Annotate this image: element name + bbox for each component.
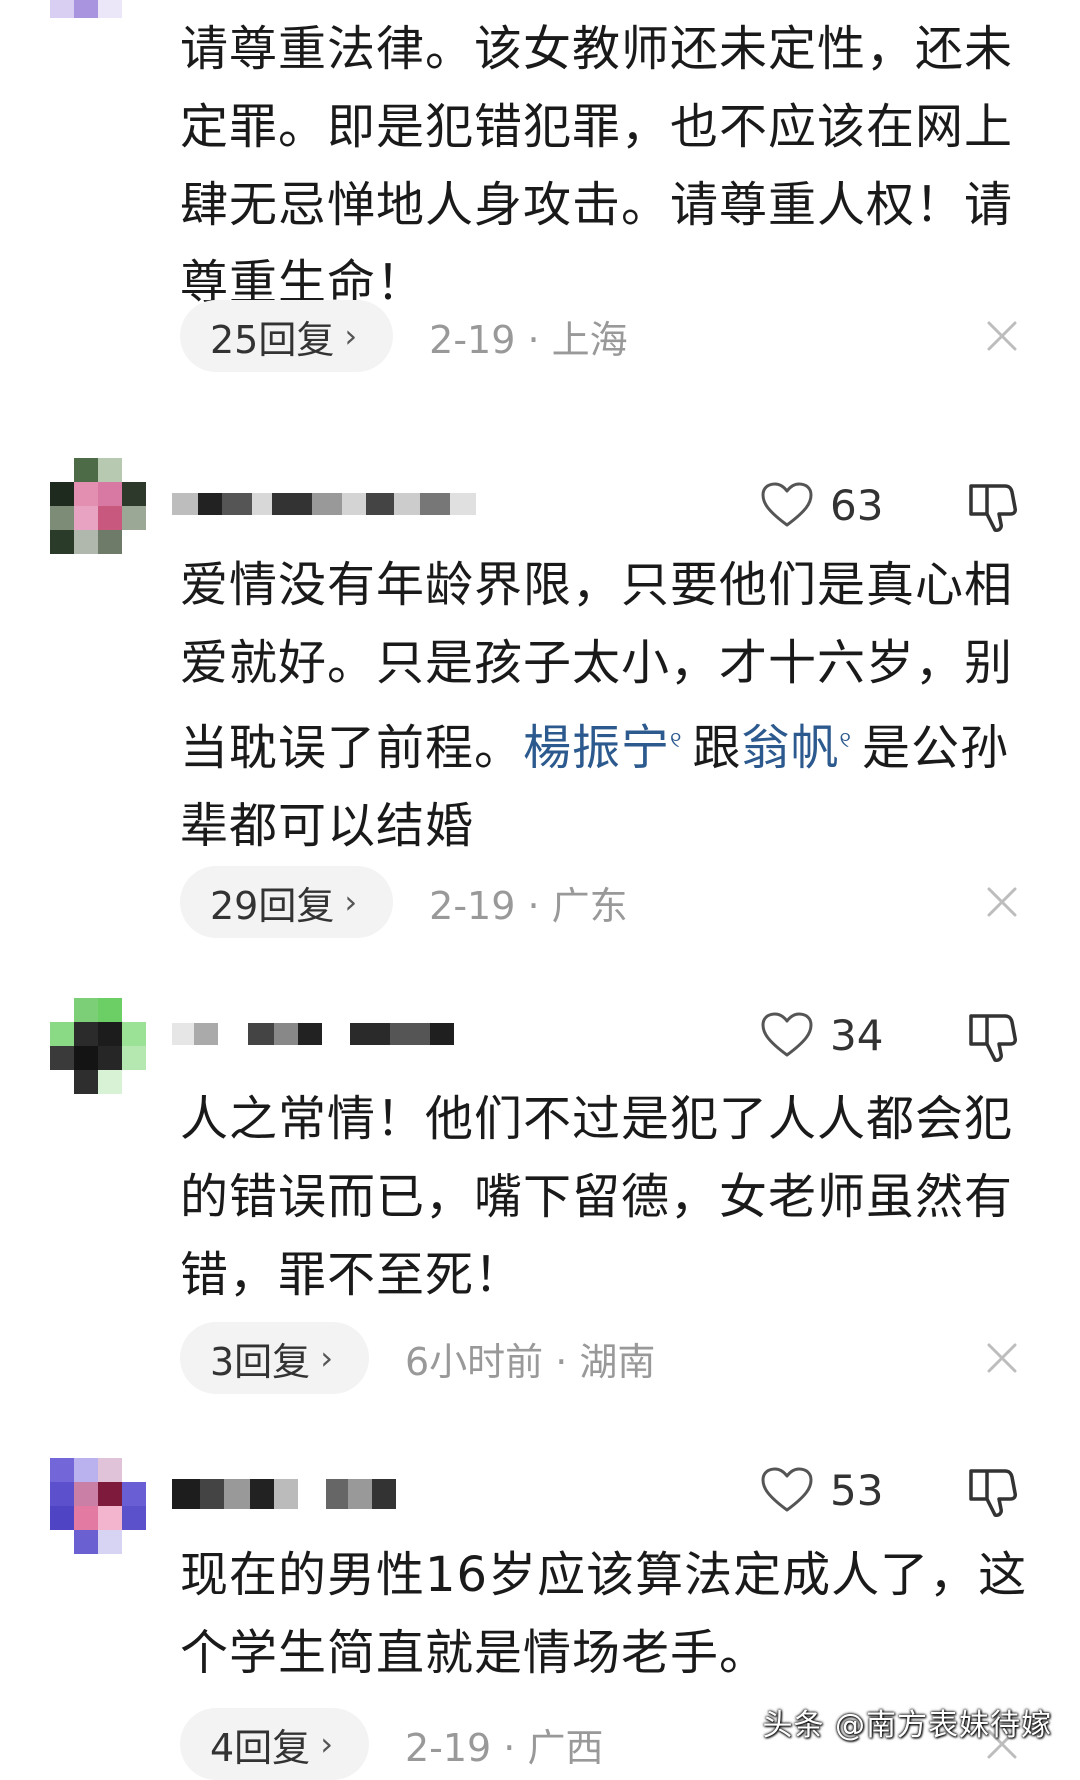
avatar[interactable] [50, 0, 146, 18]
comment-meta: 3回复 › 6小时前 · 湖南 [180, 1322, 655, 1394]
comment-meta: 29回复 › 2-19 · 广东 [180, 866, 628, 938]
comment-text: 请尊重法律。该女教师还未定性，还未定罪。即是犯错犯罪，也不应该在网上肆无忌惮地人… [180, 21, 1014, 311]
like-count: 53 [830, 1465, 884, 1515]
comment-text: 爱情没有年龄界限，只要他们是真心相爱就好。只是孩子太小，才十六岁，别当耽误了前程… [180, 546, 1040, 865]
thumbs-down-outline-icon[interactable] [965, 478, 1021, 534]
like-button[interactable]: 34 [760, 1005, 883, 1065]
mention-link[interactable]: 楊振宁 [523, 720, 670, 776]
chevron-right-icon: › [320, 1339, 333, 1377]
comment-meta: 25回复 › 2-19 · 上海 [180, 300, 628, 372]
mention-link[interactable]: 翁帆 [742, 720, 840, 776]
like-count: 63 [830, 480, 884, 530]
comment-text: 现在的男性16岁应该算法定成人了，这个学生简直就是情场老手。 [180, 1547, 1028, 1681]
reply-label: 29回复 [210, 883, 335, 928]
heart-outline-icon [761, 482, 813, 527]
search-icon: ୧ [839, 728, 852, 753]
date-location: 2-19 · 广西 [404, 1725, 604, 1770]
date-location: 2-19 · 广东 [429, 883, 628, 928]
date-location: 6小时前 · 湖南 [404, 1339, 656, 1384]
date-location: 2-19 · 上海 [429, 317, 628, 362]
reply-button[interactable]: 29回复 › [180, 866, 394, 938]
chevron-right-icon: › [320, 1725, 333, 1763]
comment-meta: 4回复 › 2-19 · 广西 [180, 1708, 603, 1780]
thumbs-down-outline-icon[interactable] [965, 1463, 1021, 1519]
reply-button[interactable]: 3回复 › [180, 1322, 369, 1394]
comment-text: 人之常情！他们不过是犯了人人都会犯的错误而已，嘴下留德，女老师虽然有错，罪不至死… [180, 1091, 1014, 1303]
username-pixelated[interactable] [172, 484, 476, 524]
reply-label: 4回复 [210, 1725, 311, 1770]
close-x-icon[interactable] [985, 319, 1019, 353]
reply-label: 3回复 [210, 1339, 311, 1384]
close-x-icon[interactable] [985, 885, 1019, 919]
avatar[interactable] [50, 1458, 146, 1554]
username-pixelated[interactable] [172, 1474, 396, 1514]
chevron-right-icon: › [344, 883, 358, 921]
like-button[interactable]: 53 [760, 1460, 883, 1520]
username-pixelated[interactable] [172, 1014, 454, 1054]
close-x-icon[interactable] [985, 1341, 1019, 1375]
avatar[interactable] [50, 458, 146, 554]
thumbs-down-outline-icon[interactable] [965, 1008, 1021, 1064]
like-button[interactable]: 63 [760, 475, 883, 535]
reply-button[interactable]: 25回复 › [180, 300, 394, 372]
heart-outline-icon [761, 1467, 813, 1512]
watermark: 头条 @南方表妹待嫁 [762, 1708, 1052, 1743]
heart-outline-icon [761, 1012, 813, 1057]
search-icon: ୧ [670, 728, 683, 753]
chevron-right-icon: › [344, 317, 358, 355]
avatar[interactable] [50, 998, 146, 1094]
like-count: 34 [830, 1010, 884, 1060]
reply-label: 25回复 [210, 317, 335, 362]
reply-button[interactable]: 4回复 › [180, 1708, 369, 1780]
comment-text-part: 跟 [692, 720, 742, 776]
